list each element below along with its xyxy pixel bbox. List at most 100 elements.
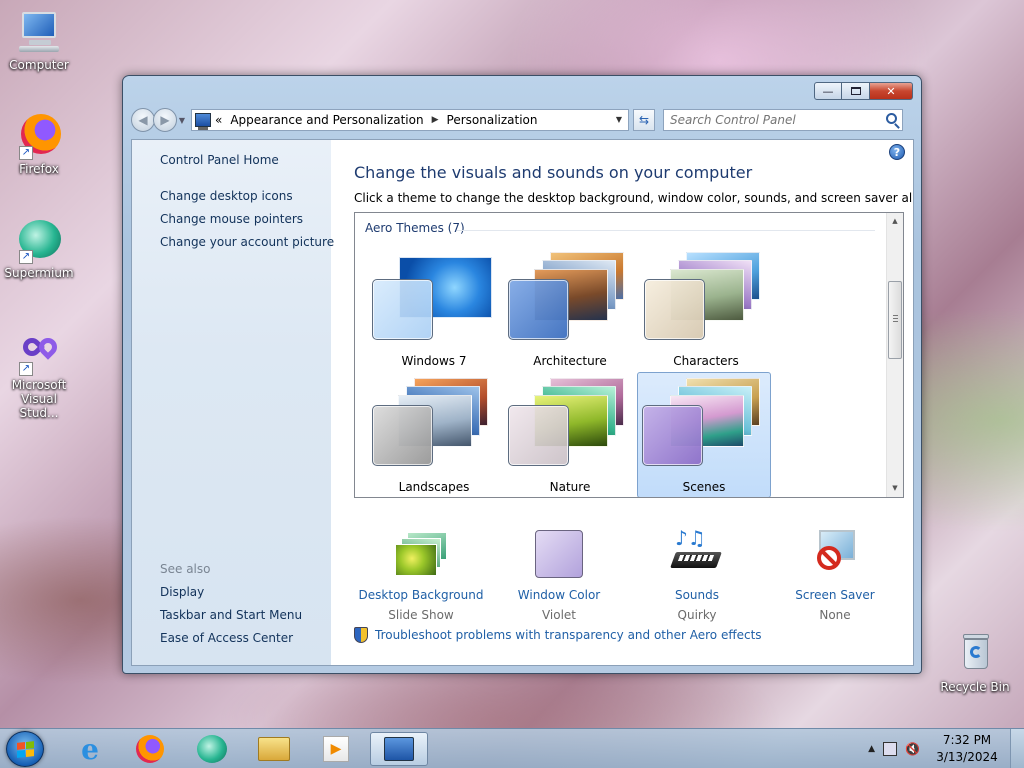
theme-settings-row: Desktop Background Slide Show Window Col… — [354, 528, 904, 628]
desktop-background-link[interactable]: Desktop Background — [354, 588, 488, 602]
taskbar-supermium[interactable] — [190, 732, 234, 766]
theme-list-scrollbar[interactable]: ▲ ▼ — [886, 213, 903, 497]
windows-explorer-icon — [258, 737, 290, 761]
theme-color-swatch — [508, 279, 569, 340]
breadcrumb-personalization[interactable]: Personalization — [447, 113, 538, 127]
taskbar-start-menu-link[interactable]: Taskbar and Start Menu — [160, 608, 302, 622]
uac-shield-icon — [354, 627, 368, 643]
screen-saver-link[interactable]: Screen Saver — [768, 588, 902, 602]
search-icon[interactable] — [886, 113, 897, 124]
supermium-icon — [197, 735, 227, 763]
close-icon: ✕ — [886, 84, 896, 98]
troubleshoot-row: Troubleshoot problems with transparency … — [354, 627, 762, 643]
scroll-down-icon[interactable]: ▼ — [887, 480, 903, 497]
show-hidden-icons-button[interactable]: ▲ — [868, 744, 875, 754]
clock-time: 7:32 PM — [942, 733, 992, 747]
theme-color-swatch — [642, 405, 703, 466]
address-dropdown-icon[interactable]: ▼ — [616, 115, 622, 124]
desktop-icon-label: Computer — [9, 58, 69, 72]
ease-of-access-link[interactable]: Ease of Access Center — [160, 631, 293, 645]
theme-landscapes[interactable]: Landscapes — [367, 372, 501, 497]
volume-muted-icon[interactable]: 🔇 — [905, 742, 920, 756]
firefox-icon — [136, 735, 164, 763]
windows-logo-icon — [17, 741, 34, 758]
theme-color-swatch — [508, 405, 569, 466]
recent-pages-dropdown[interactable]: ▼ — [177, 116, 187, 125]
sounds-value: Quirky — [677, 608, 717, 622]
theme-nature[interactable]: Nature — [503, 372, 637, 497]
desktop-background-icon — [393, 528, 449, 580]
firefox-icon: ↗ — [15, 112, 63, 160]
forward-button[interactable]: ▶ — [153, 108, 177, 132]
search-input[interactable] — [664, 110, 874, 130]
taskbar-firefox[interactable] — [128, 732, 172, 766]
desktop-icon-label: Microsoft Visual Stud... — [11, 378, 67, 420]
back-button[interactable]: ◀ — [131, 108, 155, 132]
scroll-grip-icon — [893, 315, 898, 322]
window-color-link[interactable]: Window Color — [492, 588, 626, 602]
visual-studio-icon: ↗ — [15, 328, 63, 376]
breadcrumb-appearance[interactable]: Appearance and Personalization — [230, 113, 423, 127]
taskbar-media-player[interactable]: ▶ — [314, 732, 358, 766]
theme-scenes[interactable]: Scenes — [637, 372, 771, 497]
scroll-thumb[interactable] — [888, 281, 902, 359]
theme-label: Landscapes — [398, 480, 470, 494]
theme-windows-7[interactable]: Windows 7 — [367, 246, 501, 372]
desktop-icon-computer[interactable]: Computer — [1, 8, 77, 72]
help-icon[interactable]: ? — [889, 144, 905, 160]
network-icon[interactable] — [883, 742, 898, 756]
scroll-up-icon[interactable]: ▲ — [887, 213, 903, 230]
minimize-button[interactable]: — — [814, 82, 842, 100]
theme-label: Characters — [673, 354, 739, 368]
search-box[interactable] — [663, 109, 903, 131]
control-panel-home-link[interactable]: Control Panel Home — [160, 153, 279, 167]
taskbar-internet-explorer[interactable]: e — [68, 732, 112, 766]
theme-characters[interactable]: Characters — [639, 246, 773, 372]
show-desktop-button[interactable] — [1010, 729, 1024, 768]
change-mouse-pointers-link[interactable]: Change mouse pointers — [160, 212, 303, 226]
theme-label: Scenes — [682, 480, 726, 494]
shortcut-arrow-icon: ↗ — [19, 250, 33, 264]
theme-color-swatch — [372, 405, 433, 466]
change-account-picture-link[interactable]: Change your account picture — [160, 235, 334, 249]
window-color-setting[interactable]: Window Color Violet — [492, 528, 626, 622]
page-title: Change the visuals and sounds on your co… — [354, 163, 753, 182]
sounds-link[interactable]: Sounds — [630, 588, 764, 602]
screen-saver-setting[interactable]: Screen Saver None — [768, 528, 902, 622]
sounds-setting[interactable]: ♪♫ Sounds Quirky — [630, 528, 764, 622]
shortcut-arrow-icon: ↗ — [19, 146, 33, 160]
notification-area: ▲ 🔇 7:32 PM 3/13/2024 — [868, 729, 1024, 768]
clock[interactable]: 7:32 PM 3/13/2024 — [924, 732, 1010, 766]
address-bar[interactable]: « Appearance and Personalization ▶ Perso… — [191, 109, 629, 131]
desktop-icon-visual-studio[interactable]: ↗ Microsoft Visual Stud... — [1, 328, 77, 420]
desktop-icon-supermium[interactable]: ↗ Supermium — [1, 216, 77, 280]
supermium-icon: ↗ — [15, 216, 63, 264]
display-link[interactable]: Display — [160, 585, 204, 599]
refresh-icon: ⇆ — [638, 113, 650, 127]
start-button[interactable] — [6, 731, 44, 767]
desktop-icon-label: Firefox — [19, 162, 59, 176]
maximize-button[interactable] — [842, 82, 870, 100]
control-panel-icon — [384, 737, 414, 761]
forward-arrow-icon: ▶ — [160, 113, 170, 127]
theme-list[interactable]: Aero Themes (7) Windows 7 Architecture C… — [354, 212, 904, 498]
theme-label: Nature — [549, 480, 591, 494]
close-button[interactable]: ✕ — [870, 82, 913, 100]
desktop-icon-recycle-bin[interactable]: Recycle Bin — [937, 630, 1013, 694]
window-color-icon — [531, 528, 587, 580]
computer-icon — [15, 8, 63, 56]
taskbar-control-panel[interactable] — [370, 732, 428, 766]
theme-label: Architecture — [533, 354, 607, 368]
caption-buttons: — ✕ — [814, 82, 913, 100]
change-desktop-icons-link[interactable]: Change desktop icons — [160, 189, 293, 203]
desktop-icon-firefox[interactable]: ↗ Firefox — [1, 112, 77, 176]
breadcrumb-overflow[interactable]: « — [215, 113, 222, 127]
personalization-window[interactable]: — ✕ ◀ ▶ ▼ « Appearance and Personalizati… — [122, 75, 922, 674]
refresh-button[interactable]: ⇆ — [633, 109, 655, 131]
taskbar-windows-explorer[interactable] — [252, 732, 296, 766]
troubleshoot-aero-link[interactable]: Troubleshoot problems with transparency … — [375, 628, 762, 642]
theme-architecture[interactable]: Architecture — [503, 246, 637, 372]
breadcrumb-separator-icon[interactable]: ▶ — [432, 115, 439, 125]
desktop-background-setting[interactable]: Desktop Background Slide Show — [354, 528, 488, 622]
theme-label: Windows 7 — [401, 354, 467, 368]
